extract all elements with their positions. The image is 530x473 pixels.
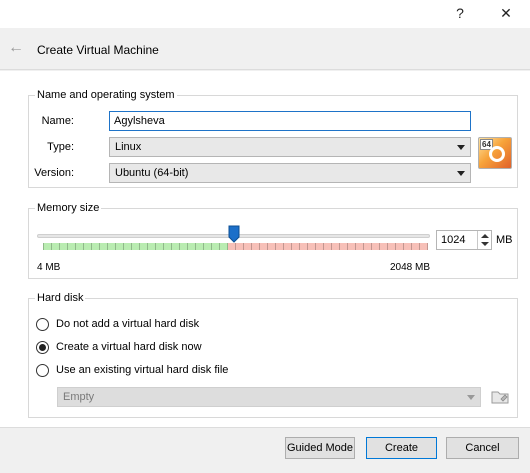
name-input[interactable]	[109, 111, 471, 131]
radio-existing-disk[interactable]: Use an existing virtual hard disk file	[36, 362, 228, 378]
wizard-header: ← Create Virtual Machine	[0, 28, 530, 70]
hard-disk-legend: Hard disk	[35, 292, 86, 304]
memory-spinbox[interactable]: 1024	[436, 230, 492, 250]
create-button[interactable]: Create	[366, 437, 437, 459]
type-label: Type:	[47, 141, 74, 153]
radio-create-disk[interactable]: Create a virtual hard disk now	[36, 339, 202, 355]
radio-no-disk[interactable]: Do not add a virtual hard disk	[36, 316, 199, 332]
radio-button[interactable]	[36, 363, 49, 377]
close-button[interactable]: ✕	[486, 0, 526, 26]
page-title: Create Virtual Machine	[37, 43, 159, 57]
memory-max-label: 2048 MB	[390, 262, 431, 273]
name-os-legend: Name and operating system	[35, 89, 177, 101]
back-arrow-icon[interactable]: ←	[8, 39, 24, 57]
chevron-down-icon	[467, 395, 475, 400]
window-titlebar: ? ✕	[0, 0, 530, 28]
version-label: Version:	[34, 167, 74, 179]
existing-disk-select: Empty	[57, 387, 481, 407]
type-select[interactable]: Linux	[109, 137, 471, 157]
help-button[interactable]: ?	[440, 0, 480, 26]
memory-legend: Memory size	[35, 202, 102, 214]
ubuntu-logo-icon	[489, 146, 505, 162]
memory-min-label: 4 MB	[37, 262, 61, 273]
radio-label: Do not add a virtual hard disk	[56, 318, 200, 330]
existing-disk-value: Empty	[63, 391, 95, 403]
choose-disk-folder-icon	[491, 391, 509, 404]
chevron-down-icon	[457, 171, 465, 176]
radio-button[interactable]	[36, 340, 49, 354]
chevron-down-icon	[457, 145, 465, 150]
spin-up-icon[interactable]	[481, 234, 489, 238]
cancel-button[interactable]: Cancel	[446, 437, 519, 459]
spin-buttons[interactable]	[477, 231, 491, 249]
type-select-value: Linux	[115, 141, 142, 153]
memory-unit: MB	[496, 234, 513, 246]
version-select-value: Ubuntu (64-bit)	[115, 167, 189, 179]
memory-slider-ticks	[43, 243, 428, 250]
radio-label: Create a virtual hard disk now	[56, 341, 202, 353]
radio-label: Use an existing virtual hard disk file	[56, 364, 229, 376]
name-label: Name:	[41, 115, 74, 127]
guided-mode-button[interactable]: Guided Mode	[285, 437, 355, 459]
ubuntu-os-icon: 64	[478, 137, 512, 169]
memory-value[interactable]: 1024	[441, 234, 465, 246]
spin-down-icon[interactable]	[481, 242, 489, 246]
version-select[interactable]: Ubuntu (64-bit)	[109, 163, 471, 183]
radio-button[interactable]	[36, 317, 49, 331]
memory-slider-thumb[interactable]	[228, 225, 240, 243]
